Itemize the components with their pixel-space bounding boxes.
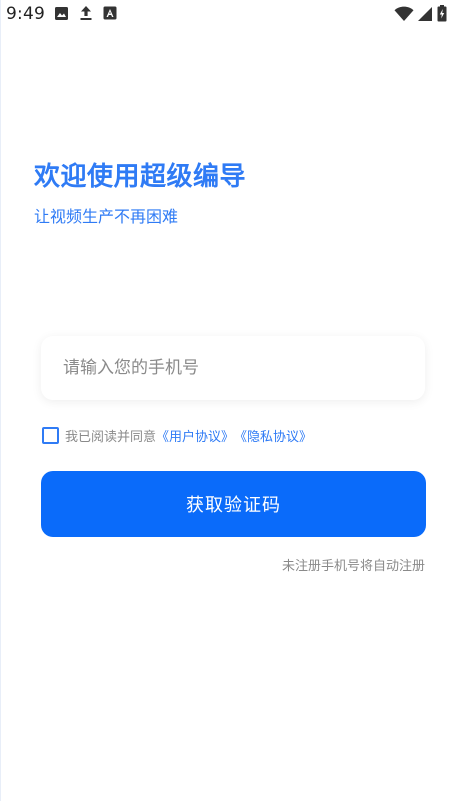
left-edge-line <box>0 0 1 801</box>
phone-input-container <box>41 336 425 400</box>
app-title: 欢迎使用超级编导 <box>34 162 247 192</box>
signal-icon <box>418 6 433 22</box>
agreement-checkbox[interactable] <box>42 427 59 444</box>
phone-input[interactable] <box>41 336 425 400</box>
system-icons <box>394 5 447 22</box>
auto-register-note: 未注册手机号将自动注册 <box>281 559 425 574</box>
notification-icons <box>54 5 117 21</box>
agreement-prefix-text: 我已阅读并同意 <box>65 430 157 445</box>
font-a-icon <box>103 6 117 20</box>
upload-icon <box>79 5 93 21</box>
agreement-row: 我已阅读并同意 《用户协议》 《隐私协议》 <box>42 426 312 445</box>
image-icon <box>54 6 69 21</box>
status-bar: 9:49 <box>0 0 457 28</box>
get-verification-code-button[interactable]: 获取验证码 <box>41 471 426 537</box>
user-agreement-link[interactable]: 《用户协议》 <box>156 426 234 445</box>
privacy-policy-link[interactable]: 《隐私协议》 <box>234 426 312 445</box>
app-subtitle: 让视频生产不再困难 <box>34 207 179 226</box>
status-time: 9:49 <box>6 4 45 24</box>
battery-icon <box>437 5 447 22</box>
wifi-icon <box>394 6 414 22</box>
